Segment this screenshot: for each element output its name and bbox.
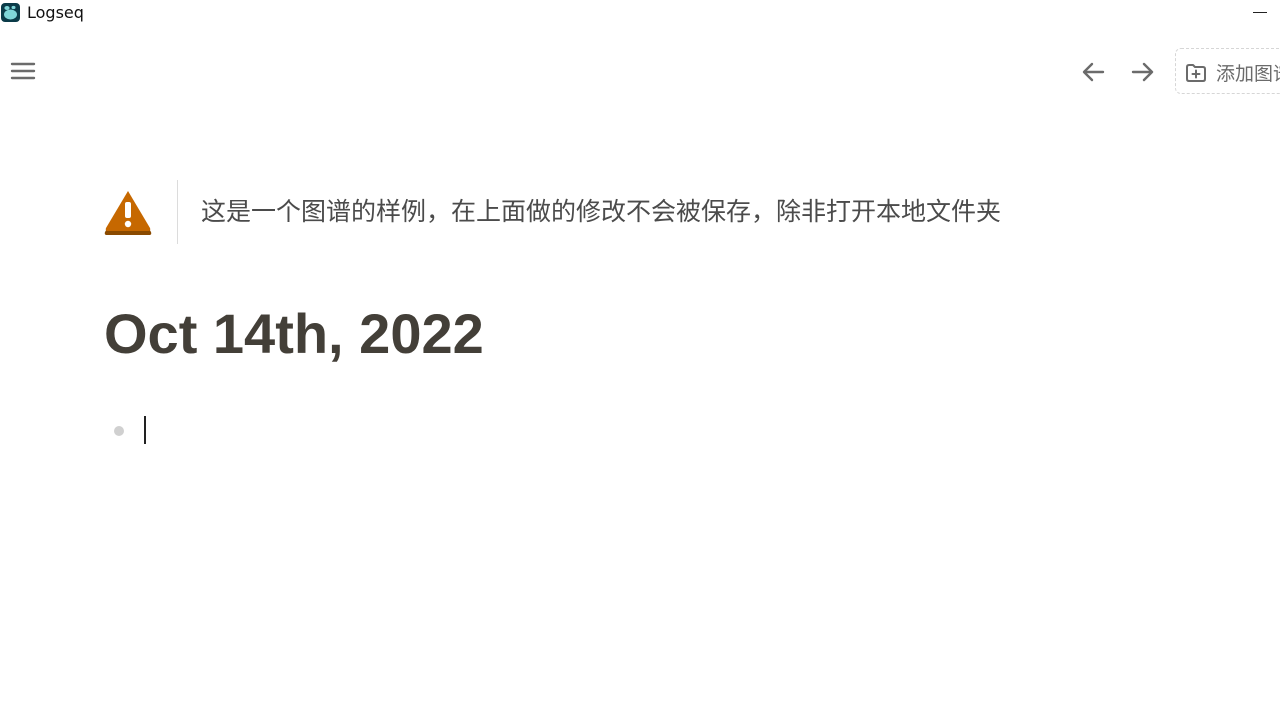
app-header: 添加图谱 <box>0 44 1280 100</box>
minimize-icon <box>1253 12 1267 13</box>
minimize-button[interactable] <box>1246 0 1276 26</box>
window-title: Logseq <box>27 3 84 22</box>
left-sidebar-toggle-icon[interactable] <box>9 57 37 85</box>
warning-message: 这是一个图谱的样例，在上面做的修改不会被保存，除非打开本地文件夹 <box>201 197 1002 226</box>
logseq-logo-icon <box>1 3 20 22</box>
demo-graph-warning: 这是一个图谱的样例，在上面做的修改不会被保存，除非打开本地文件夹 <box>102 180 1102 244</box>
caret <box>144 416 146 444</box>
add-graph-button[interactable]: 添加图谱 <box>1175 48 1280 94</box>
folder-plus-icon <box>1186 64 1206 82</box>
block-editor[interactable] <box>142 414 1042 446</box>
block-bullet[interactable] <box>114 426 124 436</box>
block <box>104 410 1104 450</box>
warning-icon <box>104 191 152 235</box>
page-title[interactable]: Oct 14th, 2022 <box>104 298 484 370</box>
warning-divider <box>177 180 178 244</box>
add-graph-label: 添加图谱 <box>1216 63 1280 85</box>
window-titlebar: Logseq <box>0 0 1280 28</box>
arrow-right-icon[interactable] <box>1128 58 1156 86</box>
arrow-left-icon[interactable] <box>1080 58 1108 86</box>
